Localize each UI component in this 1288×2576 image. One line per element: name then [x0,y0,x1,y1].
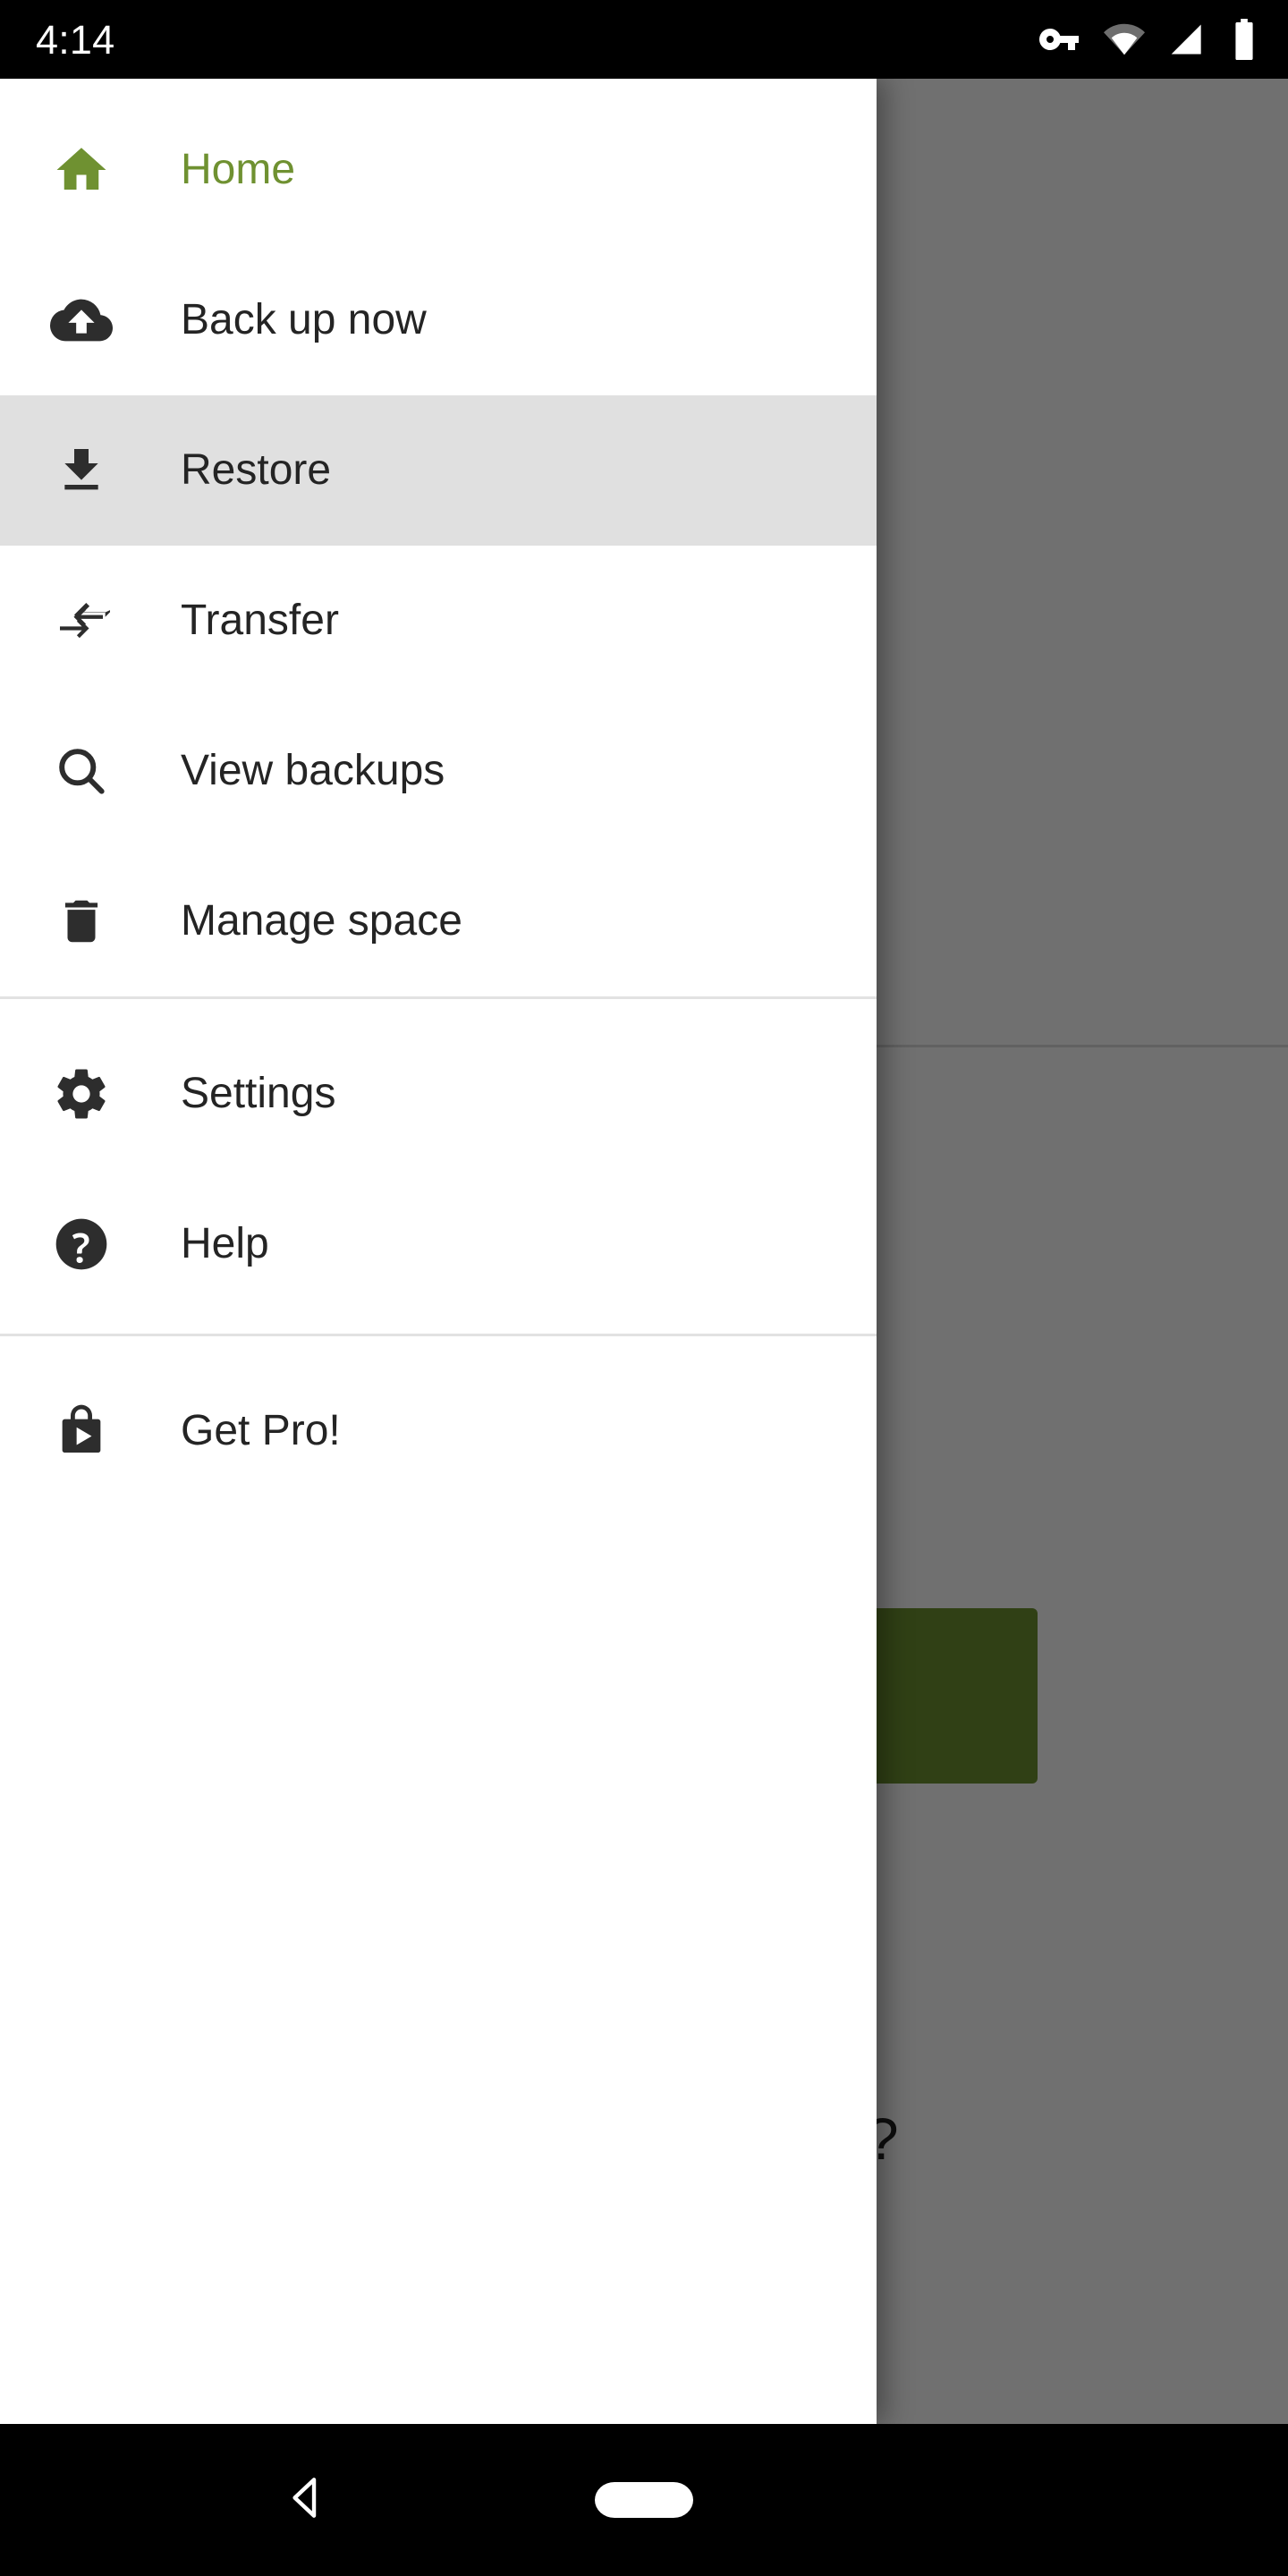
battery-icon [1235,19,1253,60]
drawer-group-pro: Get Pro! [0,1336,877,1506]
drawer-item-restore[interactable]: Restore [0,395,877,546]
status-bar-clock: 4:14 [36,16,115,63]
drawer-item-label: Transfer [181,597,339,644]
play-store-icon [47,1396,116,1466]
drawer-item-label: Back up now [181,296,427,343]
status-bar: 4:14 [0,0,1288,79]
drawer-item-settings[interactable]: Settings [0,1019,877,1169]
drawer-item-get-pro[interactable]: Get Pro! [0,1356,877,1506]
cloud-upload-icon [47,285,116,355]
drawer-item-label: Settings [181,1070,336,1117]
drawer-item-label: View backups [181,747,445,794]
wifi-icon [1104,23,1145,55]
vpn-key-icon [1038,28,1079,50]
drawer-item-label: Manage space [181,897,462,945]
drawer-item-back-up-now[interactable]: Back up now [0,245,877,395]
drawer-group-settings: Settings Help [0,999,877,1334]
status-bar-icons [1038,18,1258,61]
navigation-drawer: Home Back up now Restore Transfer View b… [0,79,877,2424]
trash-icon [47,886,116,956]
drawer-group-main: Home Back up now Restore Transfer View b… [0,79,877,996]
drawer-item-view-backups[interactable]: View backups [0,696,877,846]
drawer-item-home[interactable]: Home [0,95,877,245]
search-icon [47,736,116,806]
back-button[interactable] [278,2470,334,2530]
transfer-icon [47,586,116,656]
download-icon [47,436,116,505]
drawer-item-help[interactable]: Help [0,1169,877,1319]
home-icon [47,135,116,205]
home-pill-button[interactable] [595,2482,693,2518]
system-navigation-bar [0,2424,1288,2576]
drawer-item-manage-space[interactable]: Manage space [0,846,877,996]
help-icon [47,1209,116,1279]
gear-icon [47,1059,116,1129]
phone-screen: 4:14 t y unprotected [0,0,1288,2576]
drawer-item-transfer[interactable]: Transfer [0,546,877,696]
drawer-item-label: Help [181,1220,269,1267]
drawer-item-label: Get Pro! [181,1407,341,1454]
drawer-item-label: Home [181,146,296,193]
drawer-item-label: Restore [181,446,332,494]
cell-signal-icon [1171,24,1201,55]
